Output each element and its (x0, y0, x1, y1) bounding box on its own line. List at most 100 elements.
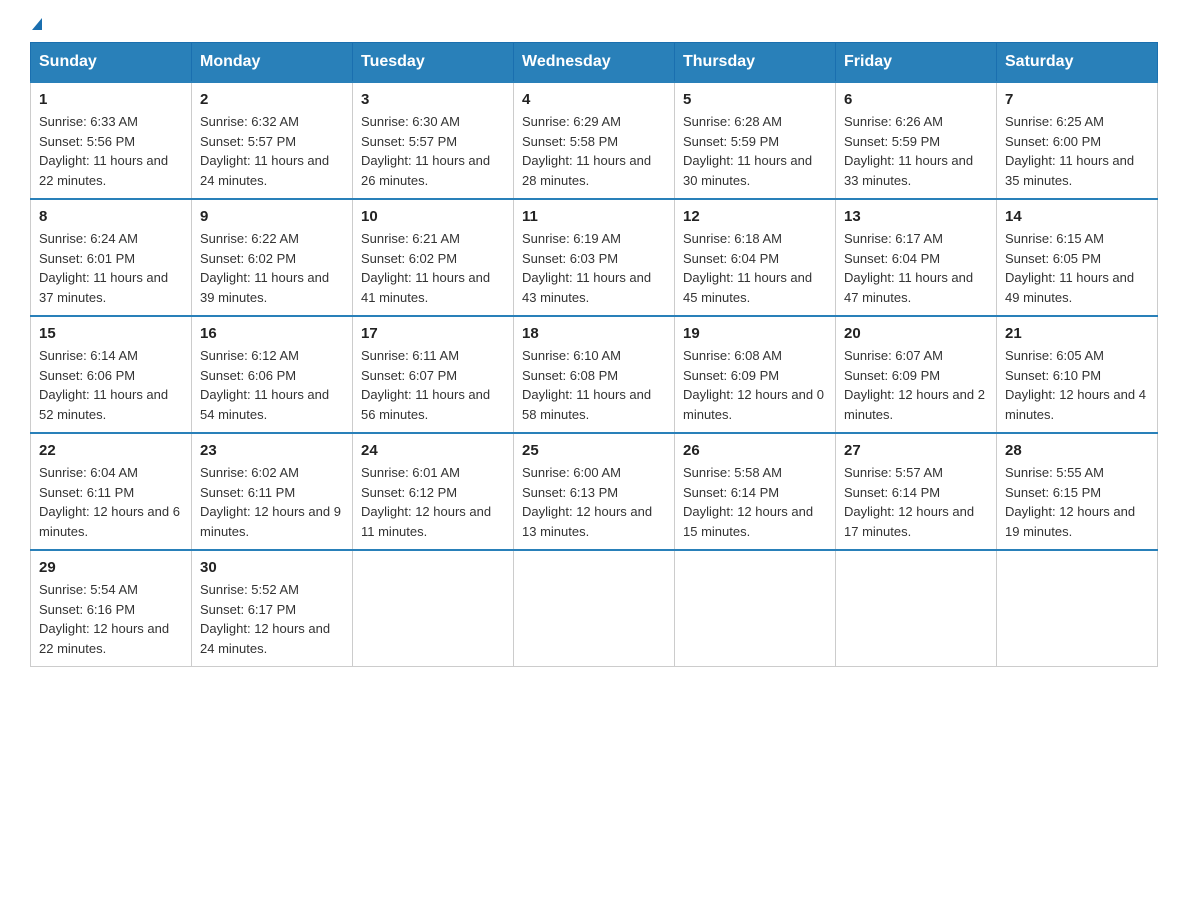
day-number: 6 (844, 91, 988, 108)
day-sun-info: Sunrise: 6:30 AMSunset: 5:57 PMDaylight:… (361, 112, 505, 190)
day-number: 17 (361, 325, 505, 342)
day-number: 21 (1005, 325, 1149, 342)
day-sun-info: Sunrise: 6:10 AMSunset: 6:08 PMDaylight:… (522, 346, 666, 424)
day-number: 16 (200, 325, 344, 342)
calendar-cell: 20 Sunrise: 6:07 AMSunset: 6:09 PMDayligh… (836, 316, 997, 433)
day-sun-info: Sunrise: 6:02 AMSunset: 6:11 PMDaylight:… (200, 463, 344, 541)
calendar-cell: 26 Sunrise: 5:58 AMSunset: 6:14 PMDayligh… (675, 433, 836, 550)
day-sun-info: Sunrise: 6:29 AMSunset: 5:58 PMDaylight:… (522, 112, 666, 190)
calendar-cell: 18 Sunrise: 6:10 AMSunset: 6:08 PMDayligh… (514, 316, 675, 433)
day-number: 12 (683, 208, 827, 225)
day-number: 11 (522, 208, 666, 225)
calendar-cell: 5 Sunrise: 6:28 AMSunset: 5:59 PMDaylight… (675, 82, 836, 199)
day-number: 25 (522, 442, 666, 459)
calendar-cell: 28 Sunrise: 5:55 AMSunset: 6:15 PMDayligh… (997, 433, 1158, 550)
day-of-week-header: Tuesday (353, 43, 514, 83)
day-number: 23 (200, 442, 344, 459)
calendar-cell (997, 550, 1158, 667)
calendar-week-row: 22 Sunrise: 6:04 AMSunset: 6:11 PMDayligh… (31, 433, 1158, 550)
day-number: 27 (844, 442, 988, 459)
day-sun-info: Sunrise: 5:52 AMSunset: 6:17 PMDaylight:… (200, 580, 344, 658)
day-sun-info: Sunrise: 6:28 AMSunset: 5:59 PMDaylight:… (683, 112, 827, 190)
calendar-cell (675, 550, 836, 667)
day-sun-info: Sunrise: 6:25 AMSunset: 6:00 PMDaylight:… (1005, 112, 1149, 190)
calendar-cell: 14Sunrise: 6:15 AMSunset: 6:05 PMDayligh… (997, 199, 1158, 316)
day-sun-info: Sunrise: 6:04 AMSunset: 6:11 PMDaylight:… (39, 463, 183, 541)
day-sun-info: Sunrise: 5:54 AMSunset: 6:16 PMDaylight:… (39, 580, 183, 658)
day-number: 1 (39, 91, 183, 108)
day-sun-info: Sunrise: 6:19 AMSunset: 6:03 PMDaylight:… (522, 229, 666, 307)
day-number: 22 (39, 442, 183, 459)
calendar-cell: 17 Sunrise: 6:11 AMSunset: 6:07 PMDayligh… (353, 316, 514, 433)
page-header (30, 20, 1158, 32)
day-number: 13 (844, 208, 988, 225)
calendar-cell: 22 Sunrise: 6:04 AMSunset: 6:11 PMDayligh… (31, 433, 192, 550)
day-sun-info: Sunrise: 6:05 AMSunset: 6:10 PMDaylight:… (1005, 346, 1149, 424)
day-sun-info: Sunrise: 6:12 AMSunset: 6:06 PMDaylight:… (200, 346, 344, 424)
calendar-cell: 12 Sunrise: 6:18 AMSunset: 6:04 PMDayligh… (675, 199, 836, 316)
calendar-cell (514, 550, 675, 667)
day-sun-info: Sunrise: 6:01 AMSunset: 6:12 PMDaylight:… (361, 463, 505, 541)
day-number: 26 (683, 442, 827, 459)
day-sun-info: Sunrise: 6:07 AMSunset: 6:09 PMDaylight:… (844, 346, 988, 424)
day-number: 3 (361, 91, 505, 108)
day-sun-info: Sunrise: 6:21 AMSunset: 6:02 PMDaylight:… (361, 229, 505, 307)
calendar-cell: 15Sunrise: 6:14 AMSunset: 6:06 PMDayligh… (31, 316, 192, 433)
calendar-cell: 8 Sunrise: 6:24 AMSunset: 6:01 PMDaylight… (31, 199, 192, 316)
calendar-cell: 1 Sunrise: 6:33 AMSunset: 5:56 PMDaylight… (31, 82, 192, 199)
day-number: 8 (39, 208, 183, 225)
day-number: 4 (522, 91, 666, 108)
calendar-cell: 10 Sunrise: 6:21 AMSunset: 6:02 PMDayligh… (353, 199, 514, 316)
day-of-week-header: Monday (192, 43, 353, 83)
calendar-header-row: SundayMondayTuesdayWednesdayThursdayFrid… (31, 43, 1158, 83)
day-sun-info: Sunrise: 6:32 AMSunset: 5:57 PMDaylight:… (200, 112, 344, 190)
calendar-table: SundayMondayTuesdayWednesdayThursdayFrid… (30, 42, 1158, 667)
calendar-cell: 16 Sunrise: 6:12 AMSunset: 6:06 PMDayligh… (192, 316, 353, 433)
calendar-cell: 7 Sunrise: 6:25 AMSunset: 6:00 PMDaylight… (997, 82, 1158, 199)
calendar-cell: 27 Sunrise: 5:57 AMSunset: 6:14 PMDayligh… (836, 433, 997, 550)
calendar-cell: 19 Sunrise: 6:08 AMSunset: 6:09 PMDayligh… (675, 316, 836, 433)
day-sun-info: Sunrise: 5:55 AMSunset: 6:15 PMDaylight:… (1005, 463, 1149, 541)
day-sun-info: Sunrise: 6:08 AMSunset: 6:09 PMDaylight:… (683, 346, 827, 424)
day-sun-info: Sunrise: 5:57 AMSunset: 6:14 PMDaylight:… (844, 463, 988, 541)
day-sun-info: Sunrise: 6:17 AMSunset: 6:04 PMDaylight:… (844, 229, 988, 307)
calendar-cell: 13 Sunrise: 6:17 AMSunset: 6:04 PMDayligh… (836, 199, 997, 316)
day-number: 20 (844, 325, 988, 342)
day-sun-info: Sunrise: 6:00 AMSunset: 6:13 PMDaylight:… (522, 463, 666, 541)
day-number: 24 (361, 442, 505, 459)
day-sun-info: Sunrise: 6:33 AMSunset: 5:56 PMDaylight:… (39, 112, 183, 190)
day-number: 28 (1005, 442, 1149, 459)
day-of-week-header: Saturday (997, 43, 1158, 83)
calendar-cell: 2 Sunrise: 6:32 AMSunset: 5:57 PMDaylight… (192, 82, 353, 199)
calendar-week-row: 29 Sunrise: 5:54 AMSunset: 6:16 PMDayligh… (31, 550, 1158, 667)
day-sun-info: Sunrise: 6:22 AMSunset: 6:02 PMDaylight:… (200, 229, 344, 307)
calendar-cell: 9 Sunrise: 6:22 AMSunset: 6:02 PMDaylight… (192, 199, 353, 316)
day-number: 19 (683, 325, 827, 342)
day-number: 15 (39, 325, 183, 342)
calendar-week-row: 15Sunrise: 6:14 AMSunset: 6:06 PMDayligh… (31, 316, 1158, 433)
day-of-week-header: Wednesday (514, 43, 675, 83)
day-sun-info: Sunrise: 6:11 AMSunset: 6:07 PMDaylight:… (361, 346, 505, 424)
day-sun-info: Sunrise: 5:58 AMSunset: 6:14 PMDaylight:… (683, 463, 827, 541)
day-number: 30 (200, 559, 344, 576)
calendar-cell: 29 Sunrise: 5:54 AMSunset: 6:16 PMDayligh… (31, 550, 192, 667)
day-number: 18 (522, 325, 666, 342)
logo-arrow-icon (32, 18, 42, 30)
day-number: 10 (361, 208, 505, 225)
day-number: 7 (1005, 91, 1149, 108)
calendar-cell: 4 Sunrise: 6:29 AMSunset: 5:58 PMDaylight… (514, 82, 675, 199)
day-number: 29 (39, 559, 183, 576)
day-number: 9 (200, 208, 344, 225)
calendar-cell (353, 550, 514, 667)
day-sun-info: Sunrise: 6:18 AMSunset: 6:04 PMDaylight:… (683, 229, 827, 307)
calendar-cell: 6 Sunrise: 6:26 AMSunset: 5:59 PMDaylight… (836, 82, 997, 199)
calendar-cell: 11 Sunrise: 6:19 AMSunset: 6:03 PMDayligh… (514, 199, 675, 316)
day-of-week-header: Friday (836, 43, 997, 83)
calendar-cell: 3 Sunrise: 6:30 AMSunset: 5:57 PMDaylight… (353, 82, 514, 199)
day-number: 2 (200, 91, 344, 108)
calendar-cell: 23 Sunrise: 6:02 AMSunset: 6:11 PMDayligh… (192, 433, 353, 550)
day-number: 5 (683, 91, 827, 108)
calendar-week-row: 8 Sunrise: 6:24 AMSunset: 6:01 PMDaylight… (31, 199, 1158, 316)
day-sun-info: Sunrise: 6:26 AMSunset: 5:59 PMDaylight:… (844, 112, 988, 190)
day-sun-info: Sunrise: 6:24 AMSunset: 6:01 PMDaylight:… (39, 229, 183, 307)
